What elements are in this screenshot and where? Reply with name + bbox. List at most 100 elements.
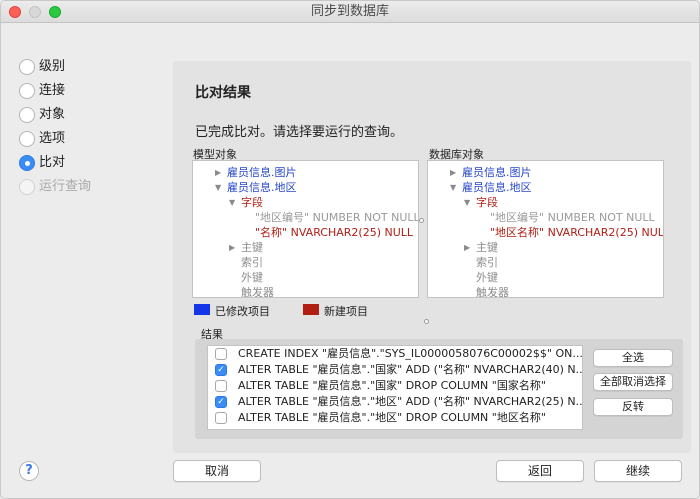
tree-row[interactable]: ▶ 雇员信息.图片 bbox=[193, 165, 418, 180]
tree-row-label: 雇员信息.地区 bbox=[462, 181, 532, 194]
radio-icon bbox=[19, 179, 35, 195]
new-legend-label: 新建项目 bbox=[324, 305, 368, 318]
invert-button[interactable]: 反转 bbox=[593, 398, 673, 416]
radio-icon[interactable] bbox=[19, 131, 35, 147]
tree-row-label: 字段 bbox=[476, 196, 498, 209]
radio-selected-icon[interactable] bbox=[19, 155, 35, 171]
tree-row-label: 雇员信息.图片 bbox=[462, 166, 532, 179]
tree-row-label: "地区名称" NVARCHAR2(25) NULL bbox=[490, 226, 664, 239]
checkbox-checked-icon[interactable]: ✓ bbox=[215, 364, 227, 376]
disclosure-right-icon[interactable]: ▶ bbox=[215, 165, 221, 180]
model-objects-tree[interactable]: ▶ 雇员信息.图片 ▼ 雇员信息.地区 ▼ 字段 "地区编号" NUMBER N… bbox=[192, 160, 419, 298]
tree-row[interactable]: 索引 bbox=[193, 255, 418, 270]
compare-panel: 比对结果 已完成比对。请选择要运行的查询。 模型对象 数据库对象 ▶ 雇员信息.… bbox=[173, 61, 691, 453]
tree-row[interactable]: ▶ 雇员信息.图片 bbox=[428, 165, 663, 180]
continue-button[interactable]: 继续 bbox=[594, 460, 682, 482]
tree-row[interactable]: "地区编号" NUMBER NOT NULL bbox=[428, 210, 663, 225]
window-title: 同步到数据库 bbox=[310, 4, 389, 19]
splitter-handle[interactable] bbox=[424, 319, 429, 324]
step-level[interactable]: 级别 bbox=[19, 58, 91, 82]
panel-message: 已完成比对。请选择要运行的查询。 bbox=[195, 125, 404, 140]
tree-row-label: 索引 bbox=[241, 256, 263, 269]
disclosure-down-icon[interactable]: ▼ bbox=[464, 195, 470, 210]
tree-row[interactable]: 索引 bbox=[428, 255, 663, 270]
disclosure-right-icon[interactable]: ▶ bbox=[450, 165, 456, 180]
modified-legend-label: 已修改项目 bbox=[215, 305, 270, 318]
tree-row-label: "地区编号" NUMBER NOT NULL bbox=[490, 211, 655, 224]
tree-row[interactable]: ▶ 主键 bbox=[428, 240, 663, 255]
step-label: 比对 bbox=[39, 155, 66, 170]
step-compare[interactable]: 比对 bbox=[19, 154, 91, 178]
help-button[interactable]: ? bbox=[19, 461, 39, 481]
tree-row-label: "名称" NVARCHAR2(25) NULL bbox=[255, 226, 414, 239]
sync-window: 同步到数据库 级别 连接 对象 选项 比对 运行查询 ? 比对结果 已完成比对。… bbox=[0, 0, 700, 499]
step-options[interactable]: 选项 bbox=[19, 130, 91, 154]
checkbox-checked-icon[interactable]: ✓ bbox=[215, 396, 227, 408]
panel-title: 比对结果 bbox=[195, 85, 251, 101]
tree-row[interactable]: 外键 bbox=[428, 270, 663, 285]
tree-row[interactable]: 触发器 bbox=[428, 285, 663, 298]
tree-row[interactable]: ▼ 雇员信息.地区 bbox=[193, 180, 418, 195]
result-query: ALTER TABLE "雇员信息"."地区" DROP COLUMN "地区名… bbox=[238, 411, 546, 424]
result-row[interactable]: ALTER TABLE "雇员信息"."地区" DROP COLUMN "地区名… bbox=[208, 410, 582, 426]
tree-row-label: 主键 bbox=[241, 241, 263, 254]
radio-icon[interactable] bbox=[19, 107, 35, 123]
tree-row[interactable]: ▶ 主键 bbox=[193, 240, 418, 255]
step-label: 运行查询 bbox=[39, 179, 92, 194]
step-run-query: 运行查询 bbox=[19, 178, 91, 202]
tree-row-label: 主键 bbox=[476, 241, 498, 254]
disclosure-down-icon[interactable]: ▼ bbox=[229, 195, 235, 210]
step-label: 连接 bbox=[39, 83, 66, 98]
title-bar: 同步到数据库 bbox=[1, 1, 699, 23]
tree-row-label: 雇员信息.地区 bbox=[227, 181, 297, 194]
results-group: CREATE INDEX "雇员信息"."SYS_IL0000058076C00… bbox=[195, 339, 683, 439]
modified-swatch bbox=[194, 304, 210, 315]
result-row[interactable]: ALTER TABLE "雇员信息"."国家" DROP COLUMN "国家名… bbox=[208, 378, 582, 394]
step-connection[interactable]: 连接 bbox=[19, 82, 91, 106]
tree-row[interactable]: "地区名称" NVARCHAR2(25) NULL bbox=[428, 225, 663, 240]
splitter-handle[interactable] bbox=[419, 218, 424, 223]
radio-icon[interactable] bbox=[19, 59, 35, 75]
tree-row-label: "地区编号" NUMBER NOT NULL bbox=[255, 211, 419, 224]
close-window-button[interactable] bbox=[9, 6, 21, 18]
tree-row[interactable]: "地区编号" NUMBER NOT NULL bbox=[193, 210, 418, 225]
zoom-window-button[interactable] bbox=[49, 6, 61, 18]
disclosure-down-icon[interactable]: ▼ bbox=[215, 180, 221, 195]
result-row[interactable]: ✓ ALTER TABLE "雇员信息"."国家" ADD ("名称" NVAR… bbox=[208, 362, 582, 378]
tree-row-label: 外键 bbox=[476, 271, 498, 284]
results-list[interactable]: CREATE INDEX "雇员信息"."SYS_IL0000058076C00… bbox=[207, 345, 583, 430]
disclosure-right-icon[interactable]: ▶ bbox=[229, 240, 235, 255]
step-label: 对象 bbox=[39, 107, 66, 122]
result-query: ALTER TABLE "雇员信息"."国家" DROP COLUMN "国家名… bbox=[238, 379, 546, 392]
result-row[interactable]: CREATE INDEX "雇员信息"."SYS_IL0000058076C00… bbox=[208, 346, 582, 362]
tree-row[interactable]: ▼ 字段 bbox=[428, 195, 663, 210]
tree-row[interactable]: "名称" NVARCHAR2(25) NULL bbox=[193, 225, 418, 240]
step-objects[interactable]: 对象 bbox=[19, 106, 91, 130]
step-label: 选项 bbox=[39, 131, 66, 146]
checkbox-icon[interactable] bbox=[215, 380, 227, 392]
deselect-all-button[interactable]: 全部取消选择 bbox=[593, 373, 673, 391]
result-query: ALTER TABLE "雇员信息"."地区" ADD ("名称" NVARCH… bbox=[238, 395, 583, 408]
wizard-steps: 级别 连接 对象 选项 比对 运行查询 bbox=[19, 58, 91, 202]
tree-row[interactable]: ▼ 雇员信息.地区 bbox=[428, 180, 663, 195]
tree-row-label: 触发器 bbox=[476, 286, 509, 298]
select-all-button[interactable]: 全选 bbox=[593, 349, 673, 367]
tree-row[interactable]: 外键 bbox=[193, 270, 418, 285]
tree-row-label: 雇员信息.图片 bbox=[227, 166, 297, 179]
database-objects-tree[interactable]: ▶ 雇员信息.图片 ▼ 雇员信息.地区 ▼ 字段 "地区编号" NUMBER N… bbox=[427, 160, 664, 298]
result-query: CREATE INDEX "雇员信息"."SYS_IL0000058076C00… bbox=[238, 347, 583, 360]
minimize-window-button[interactable] bbox=[29, 6, 41, 18]
checkbox-icon[interactable] bbox=[215, 412, 227, 424]
result-row[interactable]: ✓ ALTER TABLE "雇员信息"."地区" ADD ("名称" NVAR… bbox=[208, 394, 582, 410]
disclosure-down-icon[interactable]: ▼ bbox=[450, 180, 456, 195]
step-label: 级别 bbox=[39, 59, 66, 74]
tree-row[interactable]: 触发器 bbox=[193, 285, 418, 297]
tree-row-label: 外键 bbox=[241, 271, 263, 284]
result-query: ALTER TABLE "雇员信息"."国家" ADD ("名称" NVARCH… bbox=[238, 363, 583, 376]
disclosure-right-icon[interactable]: ▶ bbox=[464, 240, 470, 255]
tree-row[interactable]: ▼ 字段 bbox=[193, 195, 418, 210]
radio-icon[interactable] bbox=[19, 83, 35, 99]
cancel-button[interactable]: 取消 bbox=[173, 460, 261, 482]
back-button[interactable]: 返回 bbox=[496, 460, 584, 482]
checkbox-icon[interactable] bbox=[215, 348, 227, 360]
